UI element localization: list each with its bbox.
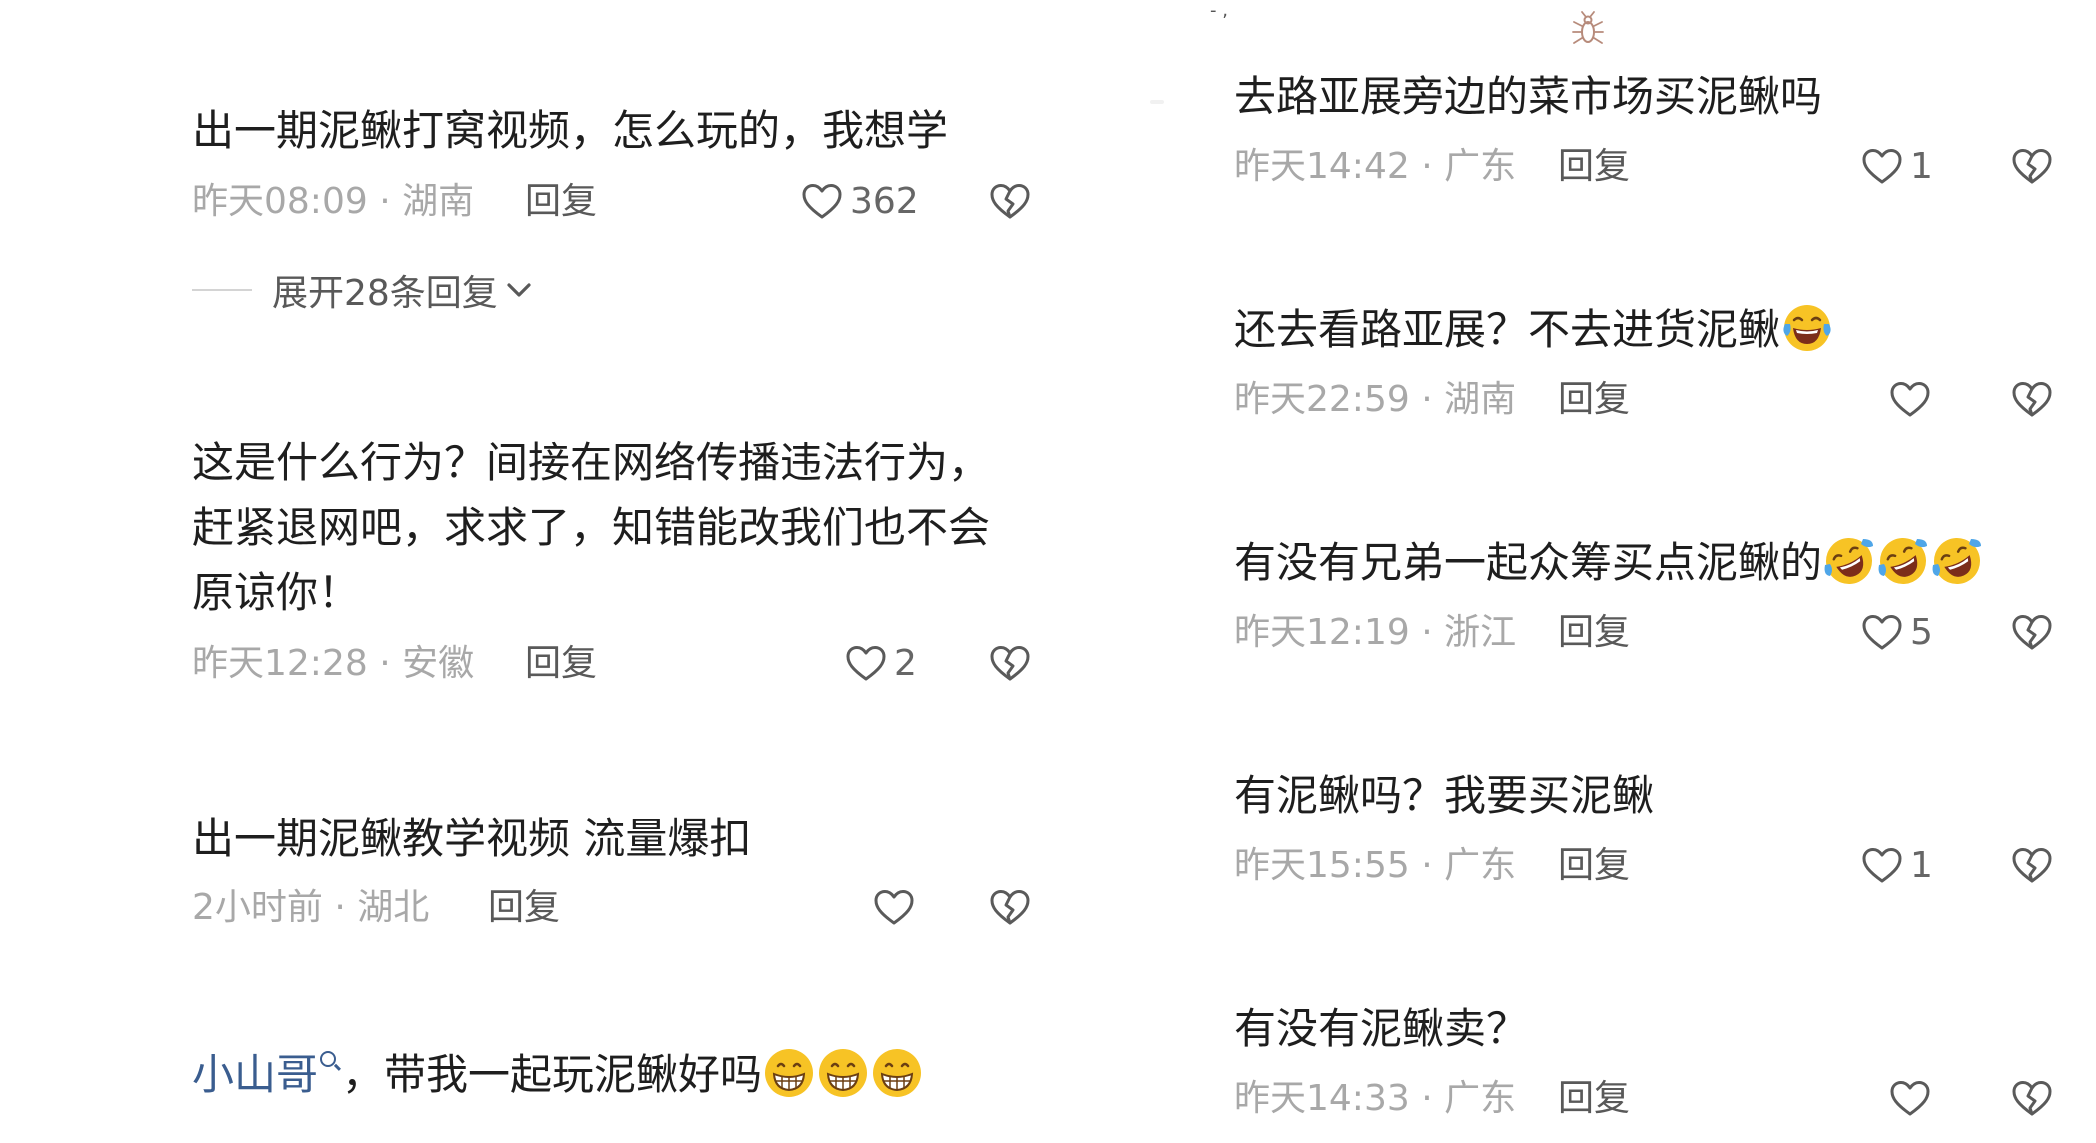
left-comment-column: 出一期泥鳅打窝视频，怎么玩的，我想学 昨天08:09 · 湖南 回复 362 展… [0, 0, 1048, 1143]
like-count: 5 [1910, 612, 1933, 653]
reply-button[interactable]: 回复 [1558, 378, 1630, 422]
broken-heart-icon [2010, 378, 2054, 422]
broken-heart-icon [2010, 1077, 2054, 1121]
like-button[interactable] [872, 886, 916, 930]
heart-icon [1888, 378, 1932, 422]
comment-time-location: 昨天12:28 · 安徽 [192, 643, 475, 684]
like-button[interactable]: 1 [1860, 145, 1933, 189]
broken-heart-icon [2010, 611, 2054, 655]
dislike-button[interactable] [2010, 145, 2054, 189]
comment-body: 还去看路亚展？不去进货泥鳅 [1234, 305, 1781, 354]
like-count: 362 [850, 181, 919, 222]
heart-icon [800, 180, 844, 224]
reply-button[interactable]: 回复 [525, 642, 597, 686]
comment-text: 有泥鳅吗？我要买泥鳅 [1234, 771, 1655, 820]
reply-button[interactable]: 回复 [1558, 844, 1630, 888]
like-count: 1 [1910, 146, 1933, 187]
grinning-face-emoji [817, 1047, 869, 1099]
dislike-button[interactable] [2010, 1077, 2054, 1121]
comment-text: 有没有泥鳅卖？ [1234, 1004, 1529, 1053]
heart-icon [1860, 844, 1904, 888]
dislike-button[interactable] [988, 642, 1032, 686]
grinning-face-emoji [763, 1047, 815, 1099]
like-button[interactable] [1888, 378, 1932, 422]
comment-text: 去路亚展旁边的菜市场买泥鳅吗 [1234, 72, 1823, 121]
comment-body: 有没有兄弟一起众筹买点泥鳅的 [1234, 538, 1823, 587]
rolling-laughing-emoji [1823, 535, 1875, 587]
broken-heart-icon [2010, 844, 2054, 888]
broken-heart-icon [2010, 145, 2054, 189]
comment-time-location: 昨天15:55 · 广东 [1234, 845, 1517, 886]
broken-heart-icon [988, 642, 1032, 686]
comment-body: ，带我一起玩泥鳅好吗 [342, 1050, 763, 1099]
comment-text: 小山哥 ，带我一起玩泥鳅好吗 [192, 1042, 924, 1107]
heart-icon [1860, 611, 1904, 655]
divider [192, 289, 252, 291]
reply-button[interactable]: 回复 [1558, 611, 1630, 655]
dislike-button[interactable] [988, 180, 1032, 224]
grinning-face-emoji [871, 1047, 923, 1099]
comment-time-location: 昨天08:09 · 湖南 [192, 181, 475, 222]
reply-button[interactable]: 回复 [1558, 1077, 1630, 1121]
comment-time-location: 昨天12:19 · 浙江 [1234, 612, 1517, 653]
search-icon [320, 1051, 337, 1067]
rolling-laughing-emoji [1931, 535, 1983, 587]
heart-icon [1888, 1077, 1932, 1121]
user-mention-link[interactable]: 小山哥 [192, 1050, 318, 1099]
reply-button[interactable]: 回复 [488, 886, 560, 930]
comment-time-location: 昨天22:59 · 湖南 [1234, 379, 1517, 420]
like-button[interactable]: 2 [844, 642, 917, 686]
like-button[interactable]: 362 [800, 180, 919, 224]
like-count: 1 [1910, 845, 1933, 886]
like-button[interactable]: 5 [1860, 611, 1933, 655]
dislike-button[interactable] [2010, 378, 2054, 422]
expand-replies-label: 展开28条回复 [272, 273, 498, 314]
broken-heart-icon [988, 886, 1032, 930]
comment-text: 出一期泥鳅打窝视频，怎么玩的，我想学 [192, 106, 949, 155]
heart-icon [844, 642, 888, 686]
comment-text: 还去看路亚展？不去进货泥鳅 [1234, 297, 1834, 362]
like-button[interactable] [1888, 1077, 1932, 1121]
tears-of-joy-emoji [1781, 302, 1833, 354]
expand-replies-button[interactable]: 展开28条回复 [192, 268, 534, 314]
comment-text: 有没有兄弟一起众筹买点泥鳅的 [1234, 530, 1984, 595]
comment-time-location: 2小时前 · 湖北 [192, 887, 430, 928]
like-button[interactable]: 1 [1860, 844, 1933, 888]
right-comment-column: 去路亚展旁边的菜市场买泥鳅吗 昨天14:42 · 广东 回复 1 还去看路亚展？… [1048, 0, 2096, 1143]
heart-icon [872, 886, 916, 930]
like-count: 2 [894, 643, 917, 684]
dislike-button[interactable] [2010, 844, 2054, 888]
rolling-laughing-emoji [1877, 535, 1929, 587]
reply-button[interactable]: 回复 [525, 180, 597, 224]
broken-heart-icon [988, 180, 1032, 224]
comment-time-location: 昨天14:42 · 广东 [1234, 146, 1517, 187]
reply-button[interactable]: 回复 [1558, 145, 1630, 189]
dislike-button[interactable] [988, 886, 1032, 930]
chevron-down-icon [504, 275, 534, 305]
comment-time-location: 昨天14:33 · 广东 [1234, 1078, 1517, 1119]
heart-icon [1860, 145, 1904, 189]
comment-text: 这是什么行为？间接在网络传播违法行为，赶紧退网吧，求求了，知错能改我们也不会原谅… [192, 438, 991, 617]
comment-text: 出一期泥鳅教学视频 流量爆扣 [192, 814, 752, 863]
dislike-button[interactable] [2010, 611, 2054, 655]
